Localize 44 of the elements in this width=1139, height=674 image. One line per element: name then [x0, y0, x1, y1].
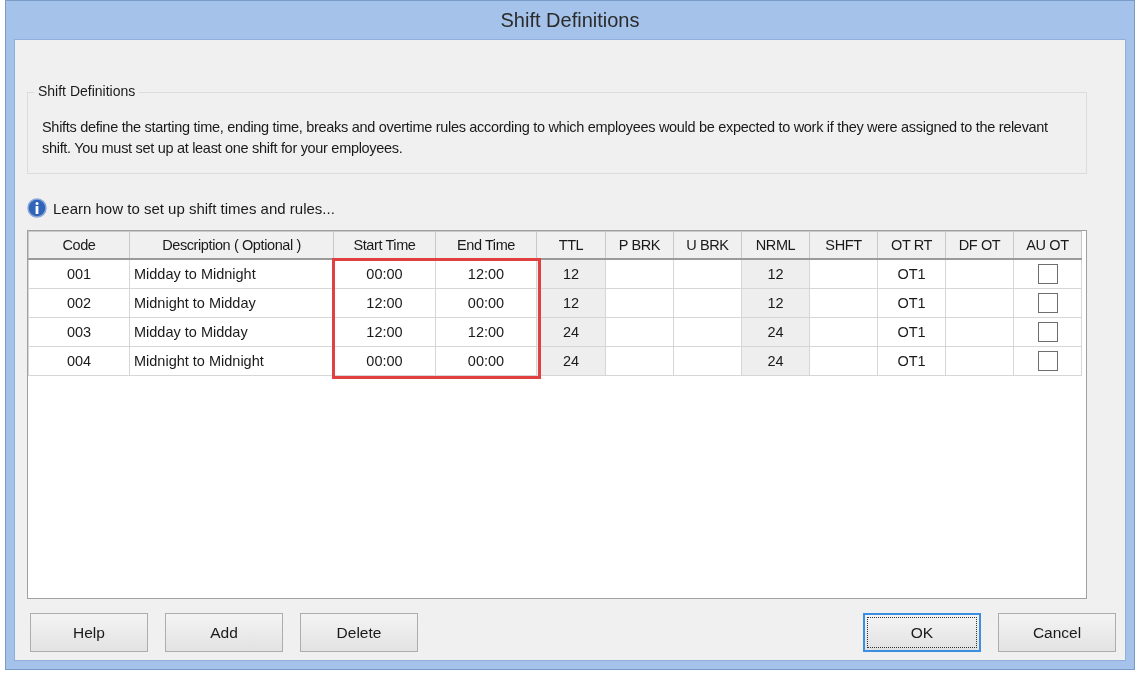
dialog-button[interactable]: Cancel [998, 613, 1116, 652]
column-header[interactable]: NRML [741, 231, 810, 259]
column-header[interactable]: Start Time [333, 231, 436, 259]
column-header[interactable]: OT RT [877, 231, 946, 259]
column-header[interactable]: AU OT [1013, 231, 1082, 259]
column-header[interactable]: Code [28, 231, 130, 259]
dialog-button[interactable]: Help [30, 613, 148, 652]
description-text: Shifts define the starting time, ending time, breaks and overtime rules according to which employees would be expected to work if they were assigned to the relevant shift. You must set up at least one shift for your employees. [42, 118, 1049, 158]
checkbox[interactable] [1037, 351, 1058, 371]
help-link[interactable]: Learn how to set up shift times and rules... [53, 199, 335, 217]
table-cell: OT1 [877, 259, 946, 289]
table-cell: 00:00 [333, 346, 436, 376]
column-header[interactable]: DF OT [945, 231, 1014, 259]
column-header[interactable]: TTL [536, 231, 606, 259]
dialog-button[interactable]: Delete [300, 613, 418, 652]
table-cell: 00:00 [333, 259, 436, 289]
column-header[interactable]: U BRK [673, 231, 742, 259]
table-cell: 12:00 [333, 288, 436, 318]
window-title: Shift Definitions [500, 8, 640, 32]
table-cell: 00:00 [435, 288, 537, 318]
info-icon [27, 198, 47, 218]
table-cell: 12:00 [333, 317, 436, 347]
table-cell: OT1 [877, 317, 946, 347]
table-cell: 12 [741, 259, 810, 289]
checkbox[interactable] [1037, 264, 1058, 284]
column-header[interactable]: Description ( Optional ) [129, 231, 334, 259]
table-cell: 004 [28, 346, 130, 376]
dialog-button[interactable]: OK [863, 613, 981, 652]
column-header[interactable]: SHFT [809, 231, 878, 259]
checkbox[interactable] [1037, 293, 1058, 313]
table-cell: 24 [741, 346, 810, 376]
table-cell: 002 [28, 288, 130, 318]
group-title: Shift Definitions [34, 83, 140, 99]
table-cell: OT1 [877, 288, 946, 318]
table-cell: 24 [741, 317, 810, 347]
table-cell: 12:00 [435, 317, 537, 347]
column-header[interactable]: P BRK [605, 231, 674, 259]
checkbox[interactable] [1037, 322, 1058, 342]
table-cell: OT1 [877, 346, 946, 376]
table-cell: 003 [28, 317, 130, 347]
table-cell: 12 [741, 288, 810, 318]
table-cell: 001 [28, 259, 130, 289]
dialog-button[interactable]: Add [165, 613, 283, 652]
column-header[interactable]: End Time [435, 231, 537, 259]
